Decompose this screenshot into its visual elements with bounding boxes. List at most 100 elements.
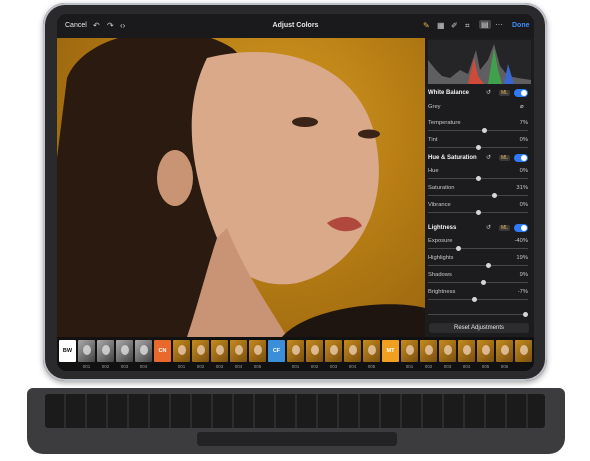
adjust-icon[interactable]: ✎ (423, 21, 430, 30)
filter-thumbnail[interactable] (363, 340, 380, 362)
filter-thumbnail[interactable] (249, 340, 266, 362)
page-title: Adjust Colors (272, 22, 319, 29)
slider-value: 31% (516, 185, 528, 191)
filter-label: 004 (462, 364, 471, 369)
filter-thumbnail[interactable] (78, 340, 95, 362)
slider-value: 19% (516, 255, 528, 261)
filter-thumbnail[interactable] (116, 340, 133, 362)
slider-row-saturation: Saturation 31% (428, 185, 528, 191)
screen: Cancel ↶ ↷ ‹› Adjust Colors ✎ ▦ ✐ ⌗ ▤ ··… (57, 14, 534, 371)
filter-label: 002 (310, 364, 319, 369)
filter-thumbnail[interactable] (135, 340, 152, 362)
filter-category-cn[interactable]: CN (154, 340, 171, 362)
filter-label: 003 (215, 364, 224, 369)
filter-label: 004 (139, 364, 148, 369)
extra-slider[interactable] (428, 311, 528, 317)
portrait-image (57, 38, 425, 337)
slider-row-temperature: Temperature 7% (428, 120, 528, 126)
grey-label: Grey (428, 104, 441, 110)
filter-category-cf[interactable]: CF (268, 340, 285, 362)
ml-badge[interactable]: ML (499, 225, 510, 231)
white-balance-toggle[interactable] (514, 89, 528, 97)
lightness-toggle[interactable] (514, 224, 528, 232)
slider-knob[interactable] (481, 127, 487, 133)
slider-label: Tint (428, 137, 438, 143)
filter-category-bw[interactable]: BW (59, 340, 76, 362)
slider-value: 9% (519, 272, 528, 278)
reset-icon[interactable]: ↺ (486, 224, 491, 231)
slider-label: Temperature (428, 120, 461, 126)
slider-value: 0% (519, 137, 528, 143)
slider-vibrance[interactable] (428, 209, 528, 215)
reset-icon[interactable]: ↺ (486, 154, 491, 161)
filter-thumbnail[interactable] (439, 340, 456, 362)
slider-value: 7% (519, 120, 528, 126)
slider-saturation[interactable] (428, 192, 528, 198)
filter-label: 001 (405, 364, 414, 369)
slider-row-shadows: Shadows 9% (428, 272, 528, 278)
slider-label: Exposure (428, 238, 453, 244)
filter-label: 005 (481, 364, 490, 369)
filter-thumbnail[interactable] (211, 340, 228, 362)
slider-shadows[interactable] (428, 279, 528, 285)
slider-knob[interactable] (485, 262, 491, 268)
filter-thumbnail[interactable] (458, 340, 475, 362)
filter-thumbnail[interactable] (306, 340, 323, 362)
white-balance-header[interactable]: White Balance (428, 90, 469, 96)
filter-thumbnail[interactable] (325, 340, 342, 362)
filter-thumbnail[interactable] (496, 340, 513, 362)
filter-thumbnail[interactable] (515, 340, 532, 362)
photo-canvas[interactable] (57, 38, 425, 337)
slider-knob[interactable] (455, 245, 461, 251)
slider-knob[interactable] (491, 192, 497, 198)
slider-hue[interactable] (428, 175, 528, 181)
slider-exposure[interactable] (428, 245, 528, 251)
hue-saturation-toggle[interactable] (514, 154, 528, 162)
more-icon[interactable]: ··· (495, 20, 503, 29)
slider-value: -7% (517, 289, 528, 295)
slider-value: -40% (514, 238, 528, 244)
slider-value: 0% (519, 168, 528, 174)
brush-icon[interactable]: ✐ (451, 21, 458, 30)
slider-tint[interactable] (428, 144, 528, 150)
trackpad (197, 432, 397, 446)
crop-icon[interactable]: ⌗ (465, 21, 470, 31)
slider-row-tint: Tint 0% (428, 137, 528, 143)
adjustments-panel: White Balance ↺ ML Grey ⌀ Temperature 7% T… (425, 38, 534, 337)
layers-icon[interactable]: ▦ (437, 21, 445, 30)
slider-knob[interactable] (475, 175, 481, 181)
filter-label: 002 (101, 364, 110, 369)
filter-thumbnail[interactable] (477, 340, 494, 362)
filter-thumbnail[interactable] (401, 340, 418, 362)
toolbar: Cancel ↶ ↷ ‹› Adjust Colors ✎ ▦ ✐ ⌗ ▤ ··… (57, 14, 534, 38)
slider-brightness[interactable] (428, 296, 528, 302)
filter-thumbnail[interactable] (97, 340, 114, 362)
done-button[interactable]: Done (512, 22, 530, 29)
filter-label: 004 (348, 364, 357, 369)
slider-knob[interactable] (475, 144, 481, 150)
ml-badge[interactable]: ML (499, 90, 510, 96)
filter-thumbnail[interactable] (287, 340, 304, 362)
filter-label: 004 (234, 364, 243, 369)
keyboard (27, 388, 565, 454)
filter-thumbnail[interactable] (230, 340, 247, 362)
filter-label: 002 (196, 364, 205, 369)
slider-value: 0% (519, 202, 528, 208)
lightness-header[interactable]: Lightness (428, 225, 456, 231)
reset-adjustments-button[interactable]: Reset Adjustments (429, 323, 529, 333)
filter-category-mt[interactable]: MT (382, 340, 399, 362)
slider-knob[interactable] (471, 296, 477, 302)
eyedropper-icon[interactable]: ⌀ (520, 103, 524, 110)
filter-thumbnail[interactable] (173, 340, 190, 362)
filter-thumbnail[interactable] (344, 340, 361, 362)
ml-badge[interactable]: ML (499, 155, 510, 161)
slider-knob[interactable] (475, 209, 481, 215)
filter-thumbnail[interactable] (192, 340, 209, 362)
filter-thumbnail[interactable] (420, 340, 437, 362)
hue-saturation-header[interactable]: Hue & Saturation (428, 155, 477, 161)
slider-highlights[interactable] (428, 262, 528, 268)
slider-temperature[interactable] (428, 127, 528, 133)
grid-icon[interactable]: ▤ (479, 20, 491, 29)
slider-knob[interactable] (480, 279, 486, 285)
reset-icon[interactable]: ↺ (486, 89, 491, 96)
